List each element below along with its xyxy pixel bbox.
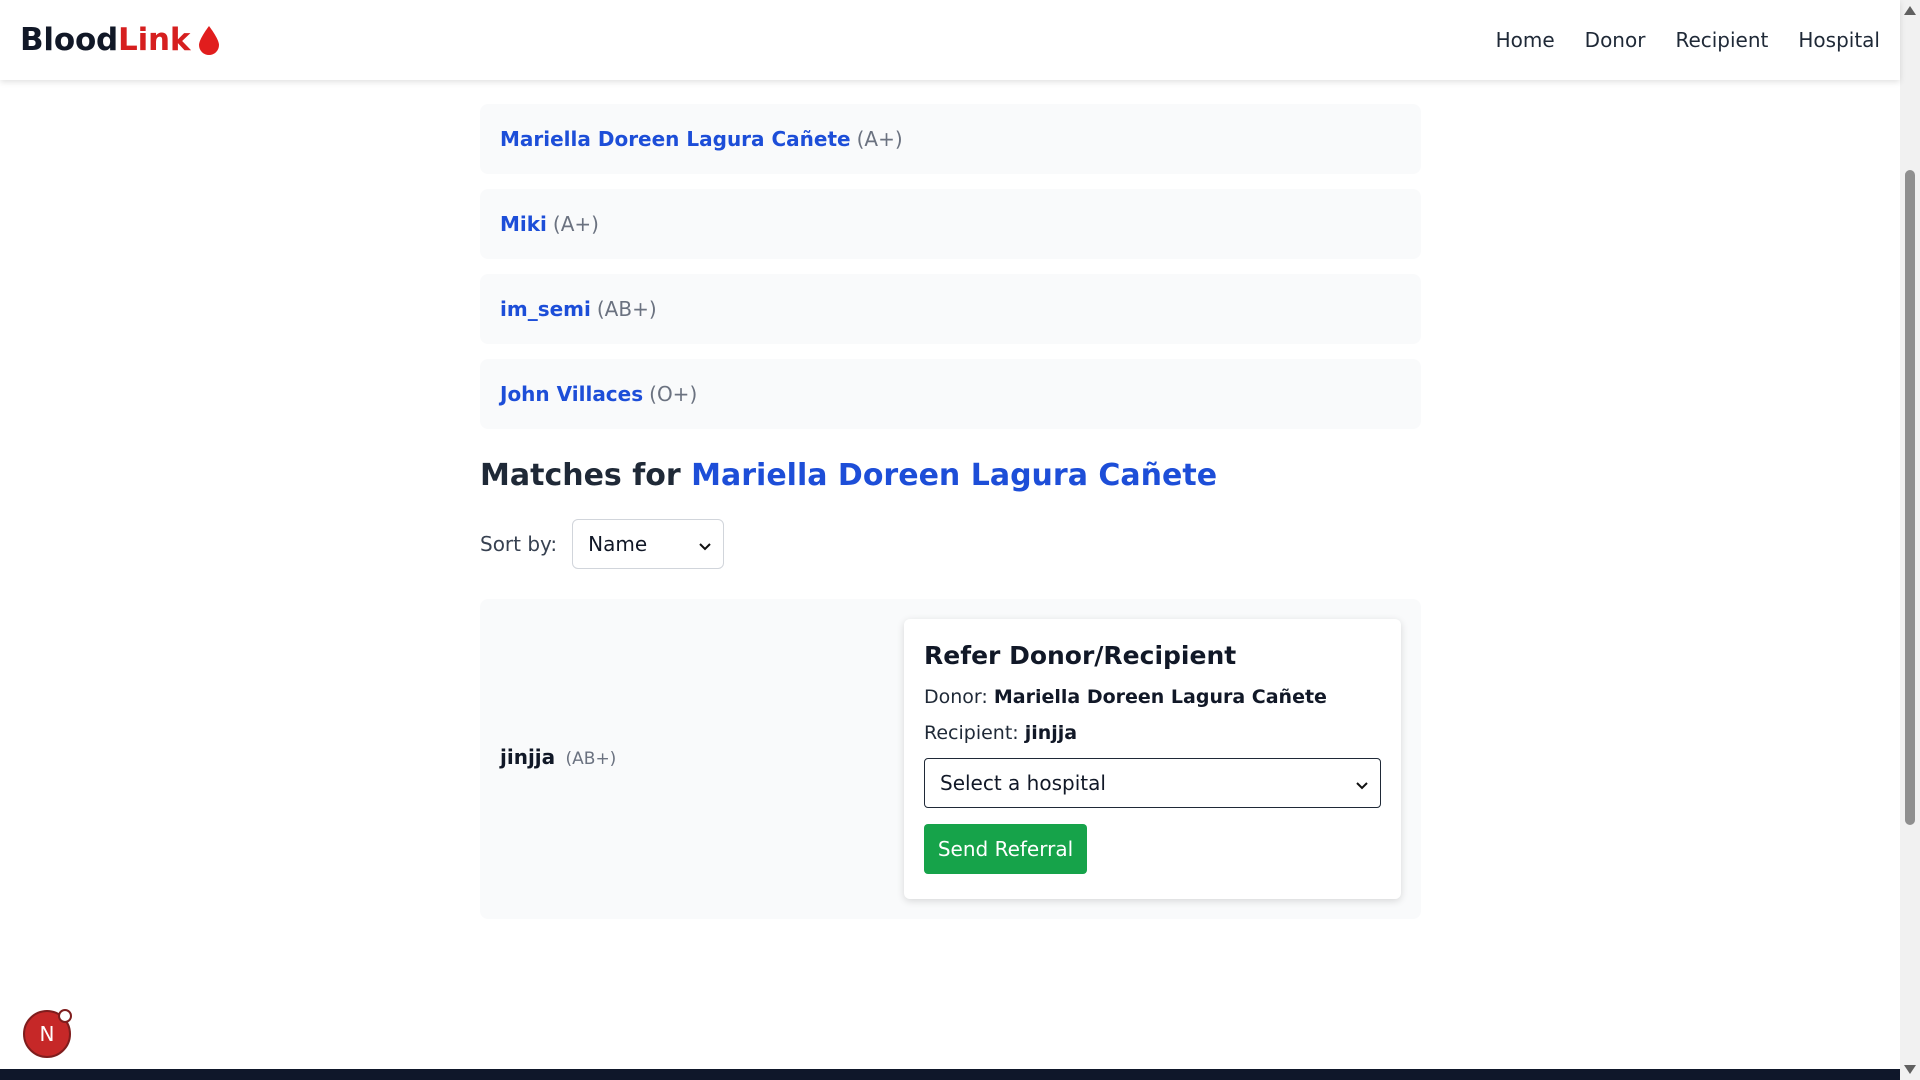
- nav-hospital[interactable]: Hospital: [1798, 28, 1880, 52]
- notification-dot: [58, 1009, 72, 1023]
- refer-donor-line: Donor: Mariella Doreen Lagura Cañete: [924, 686, 1381, 708]
- scroll-down-icon[interactable]: [1904, 1065, 1916, 1074]
- match-recipient: jinjja (AB+): [500, 745, 616, 769]
- sort-controls: Sort by: Name: [480, 519, 725, 569]
- scroll-up-icon[interactable]: [1904, 6, 1916, 15]
- refer-title: Refer Donor/Recipient: [924, 641, 1237, 670]
- blood-drop-icon: [198, 25, 220, 55]
- matches-selected-donor: Mariella Doreen Lagura Cañete: [691, 458, 1218, 493]
- donor-blood-type: (A+): [856, 127, 903, 151]
- hospital-select[interactable]: Select a hospital: [924, 758, 1381, 808]
- refer-donor-label: Donor:: [924, 686, 988, 708]
- match-recipient-blood-type: (AB+): [565, 749, 617, 769]
- refer-panel: Refer Donor/Recipient Donor: Mariella Do…: [904, 619, 1401, 899]
- next-logo-icon[interactable]: N: [23, 1009, 72, 1058]
- sort-select-value: Name: [588, 532, 648, 556]
- sort-label: Sort by:: [480, 532, 558, 556]
- hospital-select-value: Select a hospital: [940, 771, 1106, 795]
- nav-recipient[interactable]: Recipient: [1675, 28, 1768, 52]
- sort-select[interactable]: Name: [572, 519, 725, 569]
- donor-blood-type: (A+): [552, 212, 599, 236]
- brand-text-blood: Blood: [20, 22, 119, 58]
- donor-list: Mariella Doreen Lagura Cañete (A+) Miki …: [480, 80, 1421, 429]
- donor-name-link[interactable]: John Villaces: [500, 382, 643, 406]
- donor-name-link[interactable]: Miki: [500, 212, 547, 236]
- matches-heading-prefix: Matches for: [480, 458, 692, 493]
- next-badge-letter: N: [39, 1022, 55, 1046]
- refer-recipient-label: Recipient:: [924, 722, 1019, 744]
- chevron-down-icon: [699, 532, 711, 556]
- match-card: jinjja (AB+) Refer Donor/Recipient Donor…: [480, 599, 1421, 919]
- nav-donor[interactable]: Donor: [1585, 28, 1646, 52]
- donor-blood-type: (AB+): [596, 297, 657, 321]
- donor-list-item[interactable]: Mariella Doreen Lagura Cañete (A+): [480, 104, 1421, 174]
- match-recipient-name: jinjja: [500, 745, 556, 769]
- nav-home[interactable]: Home: [1496, 28, 1555, 52]
- brand-logo[interactable]: Blood Link: [20, 22, 220, 58]
- donor-list-item[interactable]: John Villaces (O+): [480, 359, 1421, 429]
- donor-blood-type: (O+): [649, 382, 698, 406]
- donor-name-link[interactable]: im_semi: [500, 297, 591, 321]
- navbar: Blood Link Home Donor Recipient Hospital: [0, 0, 1900, 80]
- footer: [0, 1069, 1900, 1080]
- chevron-down-icon: [1356, 771, 1368, 795]
- page-scrollbar[interactable]: [1900, 0, 1920, 1080]
- matches-heading: Matches for Mariella Doreen Lagura Cañet…: [480, 458, 1217, 493]
- donor-list-item[interactable]: im_semi (AB+): [480, 274, 1421, 344]
- refer-recipient-name: jinjja: [1024, 722, 1078, 744]
- scrollbar-thumb[interactable]: [1905, 170, 1915, 825]
- donor-name-link[interactable]: Mariella Doreen Lagura Cañete: [500, 127, 851, 151]
- refer-recipient-line: Recipient: jinjja: [924, 722, 1381, 744]
- send-referral-button[interactable]: Send Referral: [924, 824, 1087, 874]
- brand-text-link: Link: [118, 22, 191, 58]
- nav-links: Home Donor Recipient Hospital: [1496, 28, 1880, 52]
- donor-list-item[interactable]: Miki (A+): [480, 189, 1421, 259]
- refer-donor-name: Mariella Doreen Lagura Cañete: [993, 686, 1327, 708]
